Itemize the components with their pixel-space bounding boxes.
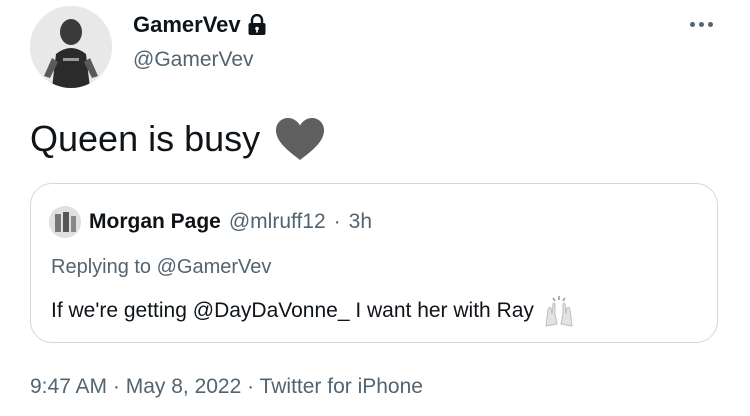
author-handle[interactable]: @GamerVev [133, 48, 254, 72]
quote-time[interactable]: 3h [349, 210, 372, 234]
lock-icon [247, 13, 267, 36]
raised-hands-icon [542, 294, 576, 328]
author-avatar[interactable] [30, 6, 112, 88]
quote-text: If we're getting @DayDaVonne_ I want her… [51, 294, 576, 328]
quote-header: Morgan Page @mlruff12 · 3h [49, 206, 372, 238]
heart-icon [274, 116, 326, 162]
quote-avatar[interactable] [49, 206, 81, 238]
quoted-tweet-card[interactable]: Morgan Page @mlruff12 · 3h Replying to @… [30, 183, 718, 343]
replying-to-text: Replying to @GamerVev [51, 256, 272, 278]
author-name-text: GamerVev [133, 12, 241, 37]
tweet-text-content: Queen is busy [30, 118, 261, 159]
quote-author-handle[interactable]: @mlruff12 [229, 210, 326, 234]
quote-author-name[interactable]: Morgan Page [89, 210, 221, 234]
quote-separator: · [333, 210, 341, 233]
quote-text-content: If we're getting @DayDaVonne_ I want her… [51, 299, 534, 322]
tweet-timestamp[interactable]: 9:47 AM · May 8, 2022 · Twitter for iPho… [30, 375, 423, 399]
more-horizontal-icon[interactable] [690, 18, 720, 30]
tweet-text: Queen is busy [30, 116, 326, 162]
author-name[interactable]: GamerVev [133, 12, 267, 38]
